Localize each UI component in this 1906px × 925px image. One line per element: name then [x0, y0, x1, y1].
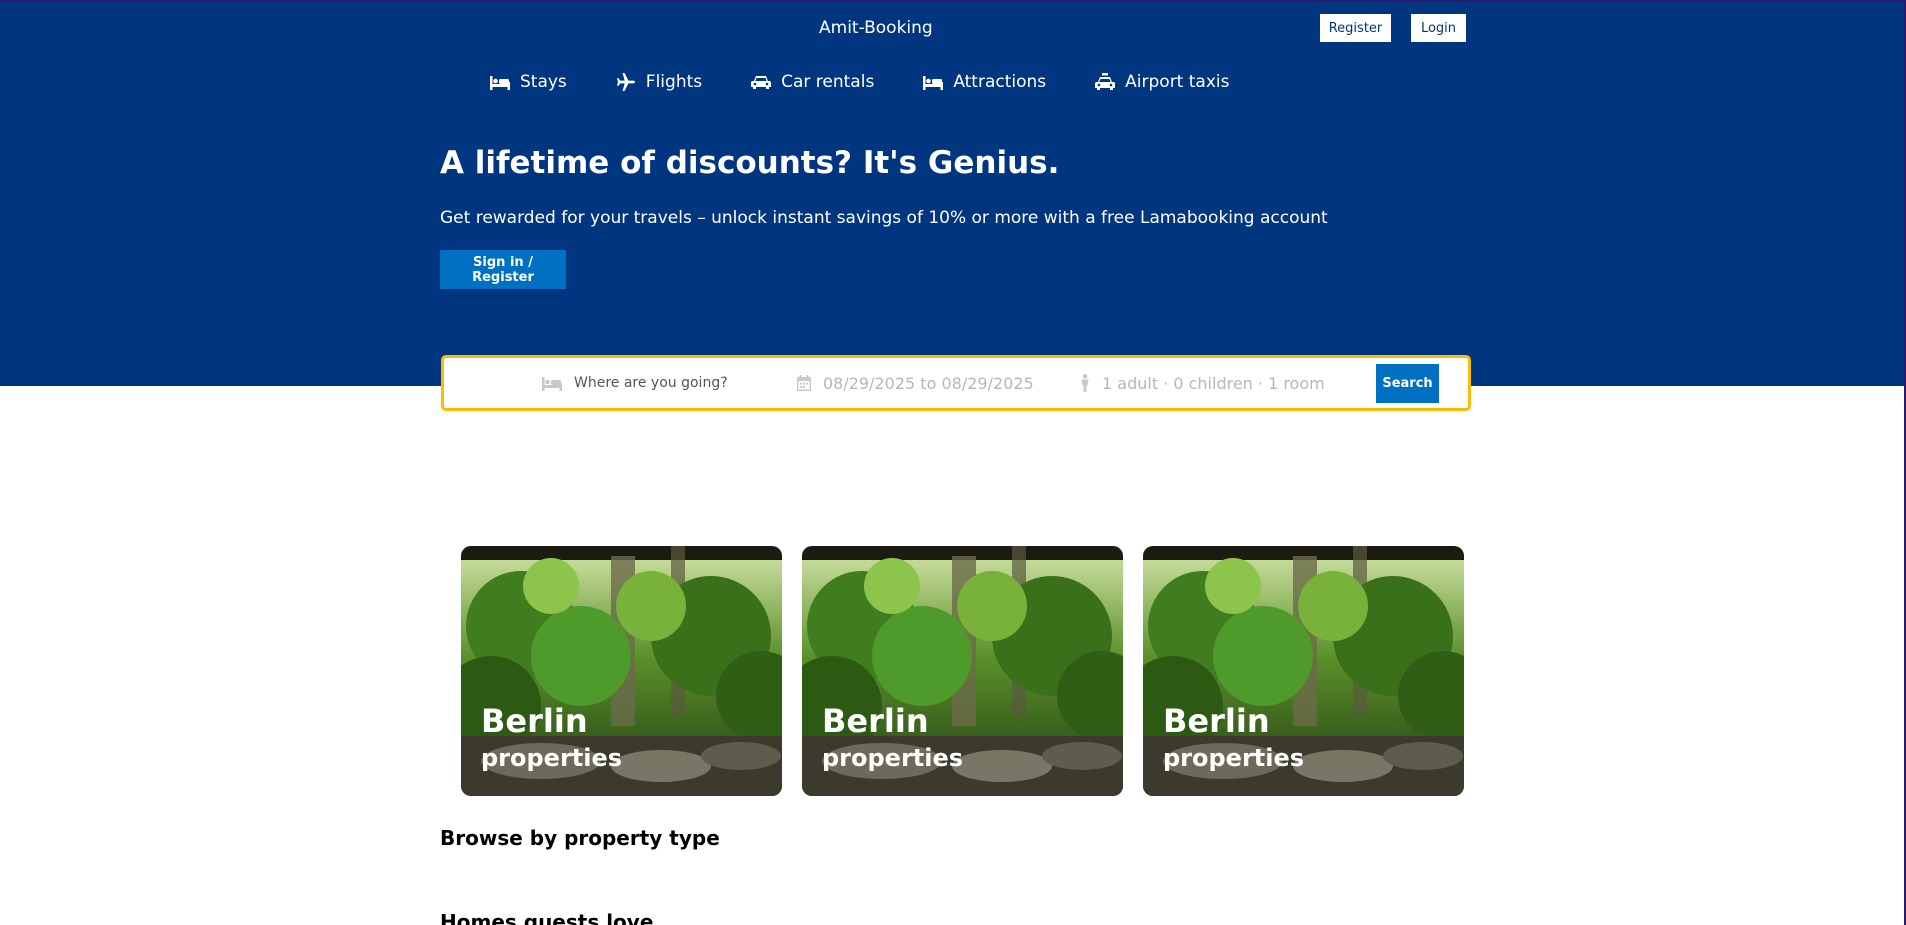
featured-card[interactable]: Berlin properties: [1143, 546, 1464, 796]
car-icon: [751, 76, 772, 89]
register-button[interactable]: Register: [1320, 14, 1391, 42]
search-button[interactable]: Search: [1376, 364, 1439, 403]
nav-item-airport-taxis[interactable]: Airport taxis: [1095, 72, 1229, 92]
guests-field[interactable]: 1 adult · 0 children · 1 room: [1080, 358, 1325, 408]
bed-icon: [542, 377, 562, 391]
date-range-field[interactable]: 08/29/2025 to 08/29/2025: [797, 358, 1034, 408]
nav-item-car-rentals[interactable]: Car rentals: [751, 72, 874, 92]
homes-guests-love-heading: Homes guests love: [440, 910, 654, 925]
nav-item-label: Car rentals: [781, 72, 875, 92]
card-subtitle: properties: [481, 744, 623, 772]
main-nav: Stays Flights Car rentals Attractions Ai…: [490, 72, 1278, 92]
hero-banner: Amit-Booking Register Login Stays Flight…: [0, 0, 1906, 386]
hero-title: A lifetime of discounts? It's Genius.: [440, 145, 1060, 181]
featured-card[interactable]: Berlin properties: [461, 546, 782, 796]
search-bar: 08/29/2025 to 08/29/2025 1 adult · 0 chi…: [441, 355, 1471, 411]
nav-item-attractions[interactable]: Attractions: [923, 72, 1046, 92]
property-type-heading: Browse by property type: [440, 826, 720, 850]
calendar-icon: [797, 375, 811, 391]
sign-in-register-button[interactable]: Sign in / Register: [440, 250, 566, 289]
hero-subtitle: Get rewarded for your travels – unlock i…: [440, 208, 1328, 228]
nav-item-label: Stays: [520, 72, 567, 92]
card-city: Berlin: [481, 702, 588, 740]
card-subtitle: properties: [822, 744, 964, 772]
destination-field[interactable]: [542, 358, 734, 408]
nav-item-label: Attractions: [953, 72, 1047, 92]
bed-icon: [923, 76, 944, 90]
featured-card[interactable]: Berlin properties: [802, 546, 1123, 796]
date-range-text: 08/29/2025 to 08/29/2025: [823, 373, 1034, 393]
nav-item-stays[interactable]: Stays: [490, 72, 567, 92]
taxi-icon: [1095, 73, 1116, 90]
featured-cities: Berlin properties Berlin properties Berl…: [461, 546, 1484, 796]
bed-icon: [490, 76, 510, 90]
site-logo[interactable]: Amit-Booking: [819, 18, 933, 38]
nav-item-flights[interactable]: Flights: [616, 72, 702, 92]
card-city: Berlin: [1163, 702, 1270, 740]
person-icon: [1081, 374, 1089, 392]
guests-text: 1 adult · 0 children · 1 room: [1102, 373, 1325, 393]
nav-item-label: Airport taxis: [1125, 72, 1230, 92]
destination-input[interactable]: [574, 375, 734, 391]
card-subtitle: properties: [1163, 744, 1305, 772]
login-button[interactable]: Login: [1411, 14, 1466, 42]
nav-item-label: Flights: [645, 72, 703, 92]
card-city: Berlin: [822, 702, 929, 740]
plane-icon: [616, 73, 635, 91]
